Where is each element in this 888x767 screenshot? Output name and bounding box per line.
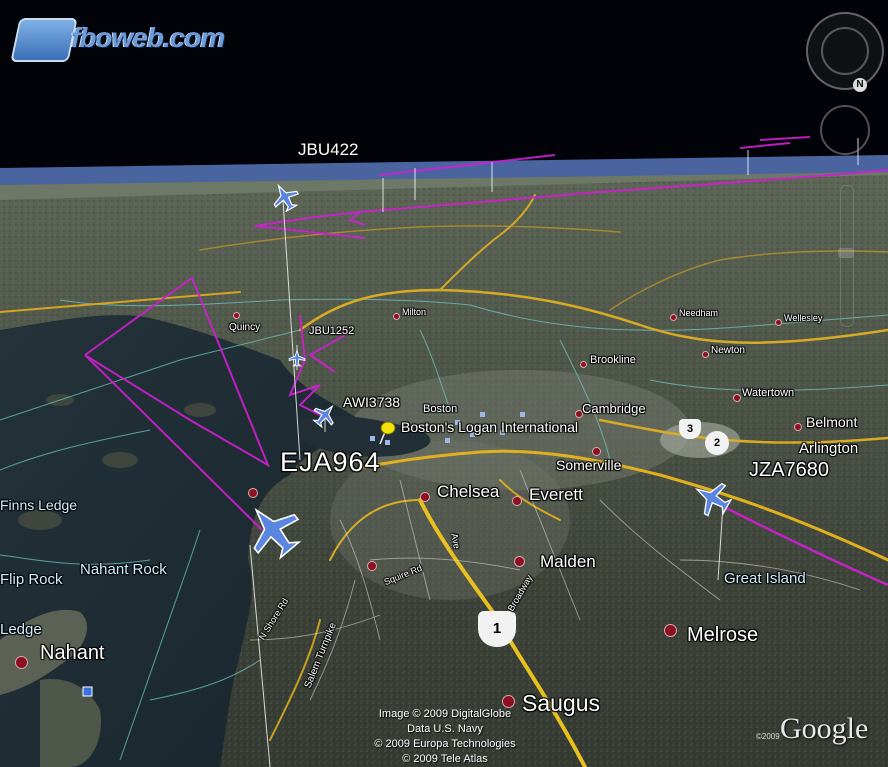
place-label-finns-ledge: Finns Ledge bbox=[0, 497, 78, 513]
place-dot-watertown bbox=[733, 394, 741, 402]
map-view[interactable]: fboweb.com N 1 3 2 JBU422 JBU1252 AWI373… bbox=[0, 0, 888, 767]
compass-ring-icon bbox=[821, 27, 869, 75]
place-label-nahant-rock: Nahant Rock bbox=[80, 561, 167, 578]
place-dot-everett bbox=[512, 496, 522, 506]
place-dot-brookline bbox=[580, 361, 587, 368]
place-label-arlington: Arlington bbox=[799, 440, 859, 457]
credit-line: Image © 2009 DigitalGlobe bbox=[378, 708, 512, 720]
place-dot-nahant bbox=[15, 656, 28, 669]
place-label-quincy: Quincy bbox=[229, 322, 261, 333]
flight-label-eja964[interactable]: EJA964 bbox=[280, 447, 381, 478]
place-label-brookline: Brookline bbox=[590, 354, 636, 366]
place-label-belmont: Belmont bbox=[806, 414, 858, 430]
place-dot-chelsea bbox=[420, 492, 430, 502]
logo-text: fboweb.com bbox=[71, 22, 225, 53]
zoom-slider[interactable] bbox=[838, 185, 854, 327]
place-label-logan-airport[interactable]: Boston's Logan International bbox=[401, 419, 578, 435]
place-dot-newton bbox=[702, 351, 709, 358]
place-label-needham: Needham bbox=[679, 308, 719, 318]
place-label-chelsea: Chelsea bbox=[437, 482, 500, 501]
zoom-slider-handle[interactable] bbox=[838, 248, 854, 258]
route-shield-3: 3 bbox=[679, 419, 701, 439]
look-joystick[interactable] bbox=[820, 105, 870, 155]
place-dot-wellesley bbox=[775, 319, 782, 326]
imagery-credits: Image © 2009 DigitalGlobe Data U.S. Navy… bbox=[350, 707, 540, 767]
place-label-melrose: Melrose bbox=[687, 624, 759, 646]
terrain-layer bbox=[0, 136, 888, 767]
place-dot-milton bbox=[393, 313, 400, 320]
place-dot-winthrop bbox=[248, 488, 258, 498]
place-dot-belmont bbox=[794, 423, 802, 431]
route-shield-2: 2 bbox=[705, 431, 729, 455]
place-dot-somerville bbox=[592, 447, 601, 456]
place-label-cambridge: Cambridge bbox=[582, 401, 646, 416]
place-dot-quincy bbox=[233, 312, 240, 319]
flight-label-jbu422[interactable]: JBU422 bbox=[298, 140, 358, 160]
aircraft-icon-jbu1252[interactable] bbox=[288, 349, 306, 367]
credit-line: © 2009 Tele Atlas bbox=[402, 753, 488, 765]
flight-label-jbu1252[interactable]: JBU1252 bbox=[309, 325, 354, 337]
place-dot-melrose bbox=[664, 624, 677, 637]
compass-control[interactable]: N bbox=[806, 12, 884, 92]
place-label-great-island: Great Island bbox=[724, 570, 806, 587]
route-shield-1: 1 bbox=[478, 611, 516, 647]
aircraft-icon-eja964[interactable] bbox=[243, 500, 303, 560]
plane-badge-icon bbox=[10, 18, 78, 62]
pushpin-icon[interactable] bbox=[374, 420, 396, 446]
aircraft-icon-jbu422[interactable] bbox=[270, 182, 300, 212]
north-indicator[interactable]: N bbox=[853, 78, 867, 92]
place-label-boston: Boston bbox=[423, 403, 458, 415]
credit-line: © 2009 Europa Technologies bbox=[374, 738, 516, 750]
place-label-everett: Everett bbox=[529, 485, 583, 504]
place-label-somerville: Somerville bbox=[556, 457, 622, 473]
google-logo: Google bbox=[780, 712, 869, 745]
aircraft-icon-awi3738[interactable] bbox=[312, 402, 338, 428]
place-label-newton: Newton bbox=[711, 345, 745, 356]
google-copyright-year: ©2009 bbox=[756, 732, 780, 741]
place-dot-squire bbox=[367, 561, 377, 571]
place-dot-malden bbox=[514, 556, 525, 567]
flight-label-awi3738[interactable]: AWI3738 bbox=[343, 394, 400, 410]
place-label-malden: Malden bbox=[540, 552, 596, 571]
credit-line: Data U.S. Navy bbox=[407, 723, 483, 735]
place-label-ledge: Ledge bbox=[0, 621, 42, 638]
place-label-watertown: Watertown bbox=[742, 387, 795, 399]
place-dot-needham bbox=[670, 314, 677, 321]
place-label-nahant: Nahant bbox=[40, 642, 105, 664]
aircraft-icon-jza7680[interactable] bbox=[692, 478, 732, 518]
place-label-wellesley: Wellesley bbox=[784, 313, 823, 323]
place-label-milton: Milton bbox=[402, 307, 427, 317]
flight-label-jza7680[interactable]: JZA7680 bbox=[749, 459, 829, 482]
place-label-flip-rock: Flip Rock bbox=[0, 571, 63, 588]
